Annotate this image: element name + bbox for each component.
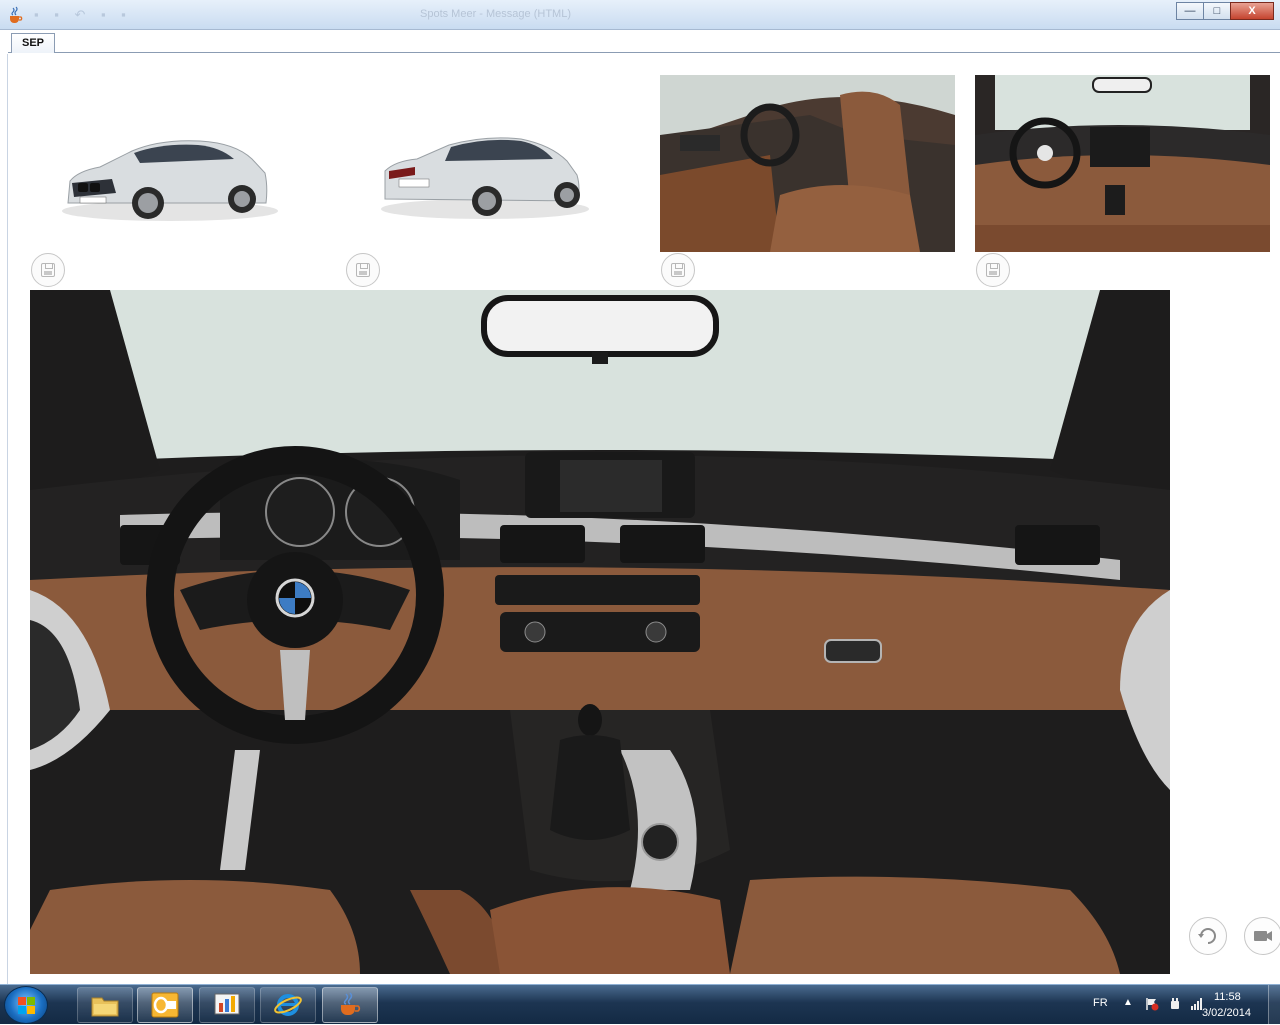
windows-logo-icon [18,997,36,1015]
presentation-icon [214,993,240,1015]
taskbar-java[interactable] [322,987,378,1023]
floppy-disk-icon [41,263,55,277]
language-indicator[interactable]: FR [1093,997,1108,1009]
close-button[interactable]: X [1230,2,1274,20]
clock-date[interactable]: 3/02/2014 [1202,1007,1251,1019]
show-hidden-icons-button[interactable]: ▲ [1123,997,1133,1008]
internet-explorer-icon [274,994,302,1016]
save-image-button[interactable] [661,253,695,287]
taskbar: FR ▲ 11:58 3/02/2014 [0,984,1280,1025]
save-image-button[interactable] [31,253,65,287]
taskbar-presentation[interactable] [199,987,255,1023]
floppy-disk-icon [671,263,685,277]
save-image-button[interactable] [346,253,380,287]
quick-access-toolbar[interactable]: ▪ ▪ ↶ ▪ ▪ [34,7,132,23]
show-desktop-button[interactable] [1268,985,1280,1025]
window-title-bar: ▪ ▪ ↶ ▪ ▪ Spots Meer - Message (HTML) — … [0,0,1280,30]
tab-sep[interactable]: SEP [11,33,55,53]
camera-icon [1254,931,1272,941]
clock-time[interactable]: 11:58 [1214,991,1241,1003]
rotate-icon [1198,928,1216,944]
thumbnail-interior-side[interactable] [660,75,955,252]
start-button[interactable] [4,986,48,1024]
interior-dashboard-image [975,75,1270,252]
save-image-button[interactable] [976,253,1010,287]
taskbar-explorer[interactable] [77,987,133,1023]
minimize-button[interactable]: — [1176,2,1204,20]
floppy-disk-icon [356,263,370,277]
tab-strip: SEP [0,30,1280,54]
window-title: Spots Meer - Message (HTML) [420,8,571,20]
thumbnail-exterior-front[interactable] [30,75,325,252]
explorer-folder-icon [91,997,119,1017]
interior-side-image [660,75,955,252]
rotate-view-button[interactable] [1189,917,1227,955]
camera-view-button[interactable] [1244,917,1280,955]
car-front-image [62,140,278,221]
thumbnail-interior-dashboard[interactable] [975,75,1270,252]
thumbnail-exterior-rear[interactable] [345,75,640,252]
power-plug-icon[interactable] [1168,997,1182,1011]
action-center-flag-icon[interactable] [1145,997,1159,1011]
maximize-button[interactable]: □ [1203,2,1231,20]
java-cup-icon [341,992,361,1015]
floppy-disk-icon [986,263,1000,277]
main-interior-view [30,290,1170,974]
main-dashboard-image [30,290,1170,974]
car-rear-image [381,137,589,219]
outlook-icon [151,992,179,1018]
taskbar-internet-explorer[interactable] [260,987,316,1023]
java-app-icon [10,6,23,23]
taskbar-outlook[interactable] [137,987,193,1023]
